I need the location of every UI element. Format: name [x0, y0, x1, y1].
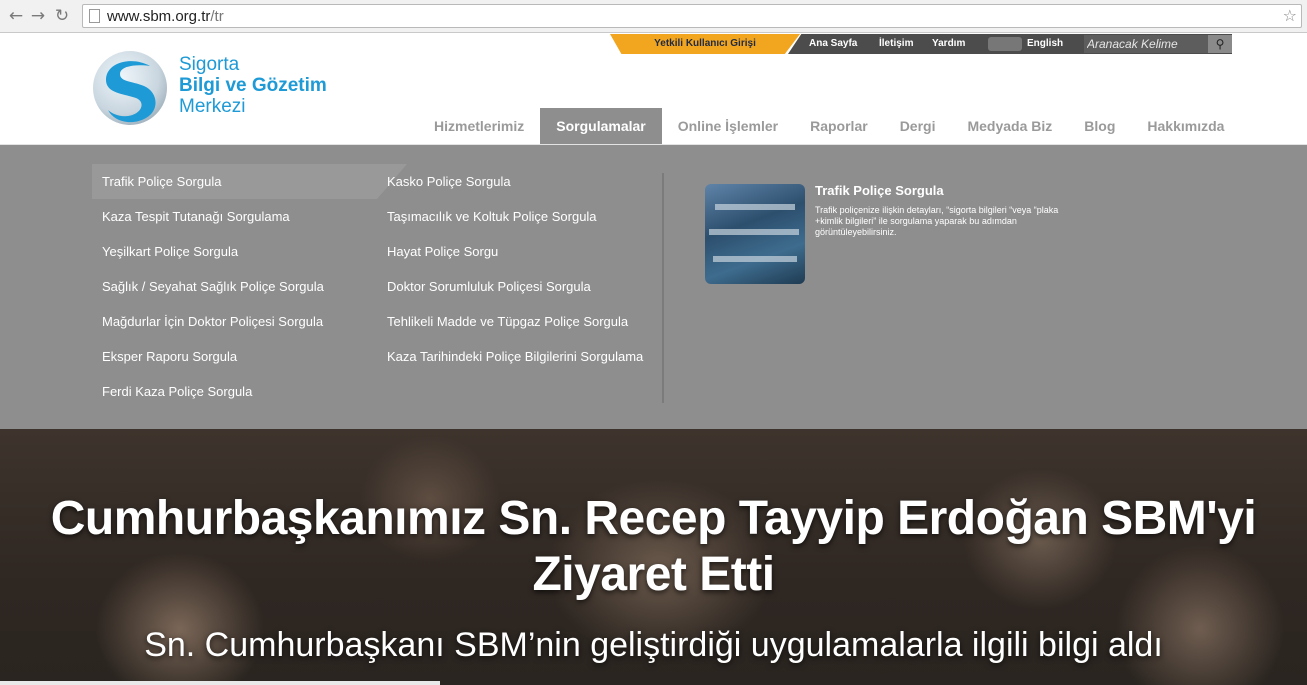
search-input[interactable]	[1084, 35, 1208, 53]
forward-arrow-icon[interactable]: →	[28, 6, 48, 26]
nav-item-services[interactable]: Hizmetlerimiz	[418, 108, 540, 144]
bookmark-star-icon[interactable]: ☆	[1283, 6, 1297, 25]
authorized-login-link[interactable]: Yetkili Kullanıcı Girişi	[610, 34, 800, 54]
nav-item-reports[interactable]: Raporlar	[794, 108, 884, 144]
hero-banner[interactable]: Cumhurbaşkanımız Sn. Recep Tayyip Erdoğa…	[0, 429, 1307, 685]
home-link[interactable]: Ana Sayfa	[809, 34, 857, 54]
world-map-icon	[988, 37, 1022, 51]
browser-toolbar: ← → ↻ www.sbm.org.tr/tr ☆	[0, 0, 1307, 33]
menu-item-doctor-liability[interactable]: Doktor Sorumluluk Poliçesi Sorgula	[377, 269, 662, 304]
horizontal-scrollbar[interactable]	[0, 681, 440, 685]
menu-item-personal-accident[interactable]: Ferdi Kaza Poliçe Sorgula	[92, 374, 377, 409]
menu-item-casco-policy[interactable]: Kasko Poliçe Sorgula	[377, 164, 662, 199]
menu-item-accident-report[interactable]: Kaza Tespit Tutanağı Sorgulama	[92, 199, 377, 234]
menu-item-victims-doctor-policy[interactable]: Mağdurlar İçin Doktor Poliçesi Sorgula	[92, 304, 377, 339]
address-bar[interactable]: www.sbm.org.tr/tr ☆	[82, 4, 1302, 28]
traffic-photo	[705, 184, 805, 284]
sbm-logo-icon[interactable]	[92, 48, 168, 128]
logo-line-3: Merkezi	[179, 96, 246, 117]
back-arrow-icon[interactable]: ←	[6, 6, 26, 26]
url-text[interactable]: www.sbm.org.tr/tr	[107, 8, 224, 25]
menu-item-hazardous-material[interactable]: Tehlikeli Madde ve Tüpgaz Poliçe Sorgula	[377, 304, 662, 339]
english-language-link[interactable]: English	[1027, 34, 1063, 54]
site-header: Sigorta Bilgi ve Gözetim Merkezi Yetkili…	[0, 34, 1307, 145]
contact-link[interactable]: İletişim	[879, 34, 913, 54]
hero-subtitle: Sn. Cumhurbaşkanı SBM’nin geliştirdiği u…	[144, 626, 1163, 664]
logo-text[interactable]: Sigorta Bilgi ve Gözetim Merkezi	[179, 54, 327, 117]
feature-title[interactable]: Trafik Poliçe Sorgula	[815, 183, 944, 198]
nav-item-online-transactions[interactable]: Online İşlemler	[662, 108, 794, 144]
feature-description: Trafik poliçenize ilişkin detayları, “si…	[815, 205, 1059, 237]
hero-title[interactable]: Cumhurbaşkanımız Sn. Recep Tayyip Erdoğa…	[40, 491, 1267, 603]
menu-divider	[662, 173, 664, 403]
menu-item-expert-report[interactable]: Eksper Raporu Sorgula	[92, 339, 377, 374]
nav-item-magazine[interactable]: Dergi	[884, 108, 952, 144]
menu-item-health-travel[interactable]: Sağlık / Seyahat Sağlık Poliçe Sorgula	[92, 269, 377, 304]
nav-item-inquiries[interactable]: Sorgulamalar	[540, 108, 662, 144]
menu-item-green-card[interactable]: Yeşilkart Poliçe Sorgula	[92, 234, 377, 269]
logo-line-1: Sigorta	[179, 54, 240, 75]
search-icon[interactable]: ⚲	[1208, 35, 1232, 53]
logo-line-2: Bilgi ve Gözetim	[179, 75, 327, 96]
menu-item-transport-seat[interactable]: Taşımacılık ve Koltuk Poliçe Sorgula	[377, 199, 662, 234]
menu-item-traffic-policy[interactable]: Trafik Poliçe Sorgula	[92, 164, 407, 199]
menu-item-life-policy[interactable]: Hayat Poliçe Sorgu	[377, 234, 662, 269]
inquiries-dropdown-menu: Trafik Poliçe Sorgula Kaza Tespit Tutana…	[0, 145, 1307, 429]
nav-item-blog[interactable]: Blog	[1068, 108, 1131, 144]
nav-item-about[interactable]: Hakkımızda	[1131, 108, 1240, 144]
reload-icon[interactable]: ↻	[52, 6, 72, 26]
utility-bar: Yetkili Kullanıcı Girişi Ana Sayfa İleti…	[610, 34, 1232, 54]
menu-column-1: Trafik Poliçe Sorgula Kaza Tespit Tutana…	[92, 164, 407, 409]
menu-item-policy-at-accident-date[interactable]: Kaza Tarihindeki Poliçe Bilgilerini Sorg…	[377, 339, 662, 374]
main-navigation: Hizmetlerimiz Sorgulamalar Online İşleml…	[418, 108, 1240, 144]
menu-column-2: Kasko Poliçe Sorgula Taşımacılık ve Kolt…	[377, 164, 662, 374]
help-link[interactable]: Yardım	[932, 34, 965, 54]
nav-item-media[interactable]: Medyada Biz	[951, 108, 1068, 144]
page-icon	[89, 9, 100, 23]
